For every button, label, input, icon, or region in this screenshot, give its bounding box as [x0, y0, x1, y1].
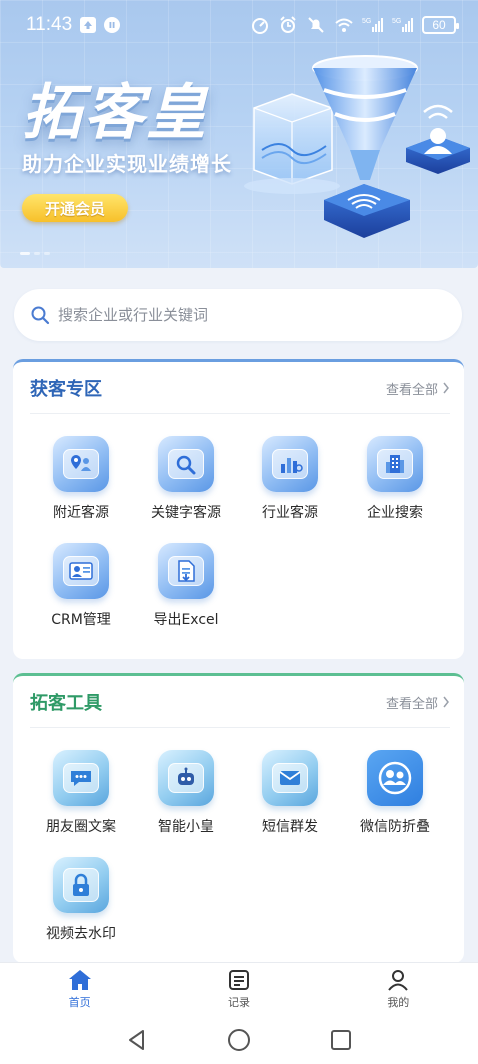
fingerprint-base-icon [324, 184, 410, 238]
brand-subtitle: 助力企业实现业绩增长 [22, 152, 232, 176]
section-header: 获客专区 查看全部 [13, 362, 464, 414]
enterprise-building-icon [367, 436, 423, 492]
tile-sms-broadcast[interactable]: 短信群发 [235, 748, 345, 848]
pause-notification-icon [104, 17, 121, 33]
tile-label: 智能小皇 [158, 819, 214, 835]
profile-icon [388, 970, 409, 991]
tile-keyword-customers[interactable]: 关键字客源 [131, 434, 241, 534]
nav-label: 首页 [68, 996, 91, 1009]
tile-label: 朋友圈文案 [46, 819, 116, 835]
system-back-button[interactable] [86, 1016, 188, 1064]
tile-label: 微信防折叠 [360, 819, 430, 835]
recents-square-icon [331, 1030, 351, 1050]
brand-title: 拓客皇 [22, 78, 208, 148]
tools-section: 拓客工具 查看全部 朋友圈文案 智能小皇 短信群发 微信防折叠 视频去水印 [13, 673, 464, 963]
open-membership-button[interactable]: 开通会员 [22, 194, 128, 222]
tile-label: 视频去水印 [46, 926, 116, 942]
tile-smart-assistant[interactable]: 智能小皇 [131, 748, 241, 848]
signal-5g-icon: 5G [362, 18, 383, 32]
tile-label: CRM管理 [51, 612, 111, 628]
alarm-icon [280, 16, 296, 33]
see-all-label: 查看全部 [385, 696, 438, 712]
banner-illustration [244, 55, 470, 238]
banner-dot [34, 252, 40, 255]
tile-crm-management[interactable]: CRM管理 [26, 541, 136, 641]
section-title: 拓客工具 [30, 693, 102, 714]
tile-label: 短信群发 [262, 819, 318, 835]
mute-bell-icon [308, 17, 324, 33]
tile-label: 企业搜索 [367, 505, 423, 521]
status-time: 11:43 [26, 14, 73, 35]
system-recents-button[interactable] [290, 1016, 392, 1064]
banner-dot-active [20, 252, 30, 255]
user-pedestal-icon [406, 104, 470, 174]
chevron-right-icon [443, 382, 449, 394]
wechat-users-icon [367, 750, 423, 806]
tile-label: 关键字客源 [151, 505, 221, 521]
keyword-search-icon [158, 436, 214, 492]
hero-banner: 11:43 5G 5G 60 拓客皇 助力企业实现业绩增长 开通会员 [0, 0, 478, 268]
nav-label: 我的 [387, 996, 410, 1009]
chat-bubble-icon [53, 750, 109, 806]
see-all-link[interactable]: 查看全部 [386, 379, 450, 398]
nav-home[interactable]: 首页 [0, 963, 159, 1016]
see-all-label: 查看全部 [385, 382, 438, 398]
banner-dot [44, 252, 50, 255]
status-bar: 11:43 5G 5G 60 [0, 0, 478, 50]
speed-gauge-icon [252, 18, 268, 34]
export-document-icon [158, 543, 214, 599]
svg-text:5G: 5G [392, 18, 401, 25]
nav-profile[interactable]: 我的 [319, 963, 478, 1016]
upload-notification-icon [80, 17, 97, 33]
nav-records[interactable]: 记录 [159, 963, 318, 1016]
wifi-icon [335, 18, 353, 32]
search-input[interactable] [58, 306, 438, 324]
nearby-customers-icon [53, 436, 109, 492]
search-icon [31, 306, 50, 325]
customer-acquisition-section: 获客专区 查看全部 附近客源 关键字客源 行业客源 企业搜索 CRM管理 导出E… [13, 359, 464, 659]
home-circle-icon [228, 1029, 250, 1051]
nav-label: 记录 [227, 996, 250, 1009]
tile-label: 附近客源 [53, 505, 109, 521]
search-bar[interactable] [14, 289, 462, 341]
system-navigation-bar [0, 1016, 478, 1064]
glass-cube-icon [244, 93, 340, 194]
tile-label: 导出Excel [153, 612, 219, 628]
tile-export-excel[interactable]: 导出Excel [131, 541, 241, 641]
lock-icon [53, 857, 109, 913]
svg-text:5G: 5G [362, 18, 371, 25]
system-home-button[interactable] [188, 1016, 290, 1064]
bottom-navigation: 首页 记录 我的 [0, 962, 478, 1016]
crm-contact-icon [53, 543, 109, 599]
tile-industry-customers[interactable]: 行业客源 [235, 434, 345, 534]
industry-chart-icon [262, 436, 318, 492]
see-all-link[interactable]: 查看全部 [386, 693, 450, 712]
envelope-icon [262, 750, 318, 806]
tile-video-watermark-removal[interactable]: 视频去水印 [26, 855, 136, 955]
tile-enterprise-search[interactable]: 企业搜索 [340, 434, 450, 534]
records-icon [228, 970, 249, 990]
battery-indicator: 60 [422, 16, 459, 34]
tile-moments-copywriting[interactable]: 朋友圈文案 [26, 748, 136, 848]
chevron-right-icon [443, 696, 449, 708]
back-triangle-icon [129, 1030, 144, 1050]
tile-label: 行业客源 [262, 505, 318, 521]
banner-pagination [20, 252, 50, 255]
tile-wechat-anti-fold[interactable]: 微信防折叠 [340, 748, 450, 848]
tile-nearby-customers[interactable]: 附近客源 [26, 434, 136, 534]
section-header: 拓客工具 查看全部 [13, 676, 464, 728]
signal-5g-icon-secondary: 5G [392, 18, 413, 32]
home-icon [68, 970, 91, 990]
section-title: 获客专区 [30, 379, 102, 400]
robot-icon [158, 750, 214, 806]
